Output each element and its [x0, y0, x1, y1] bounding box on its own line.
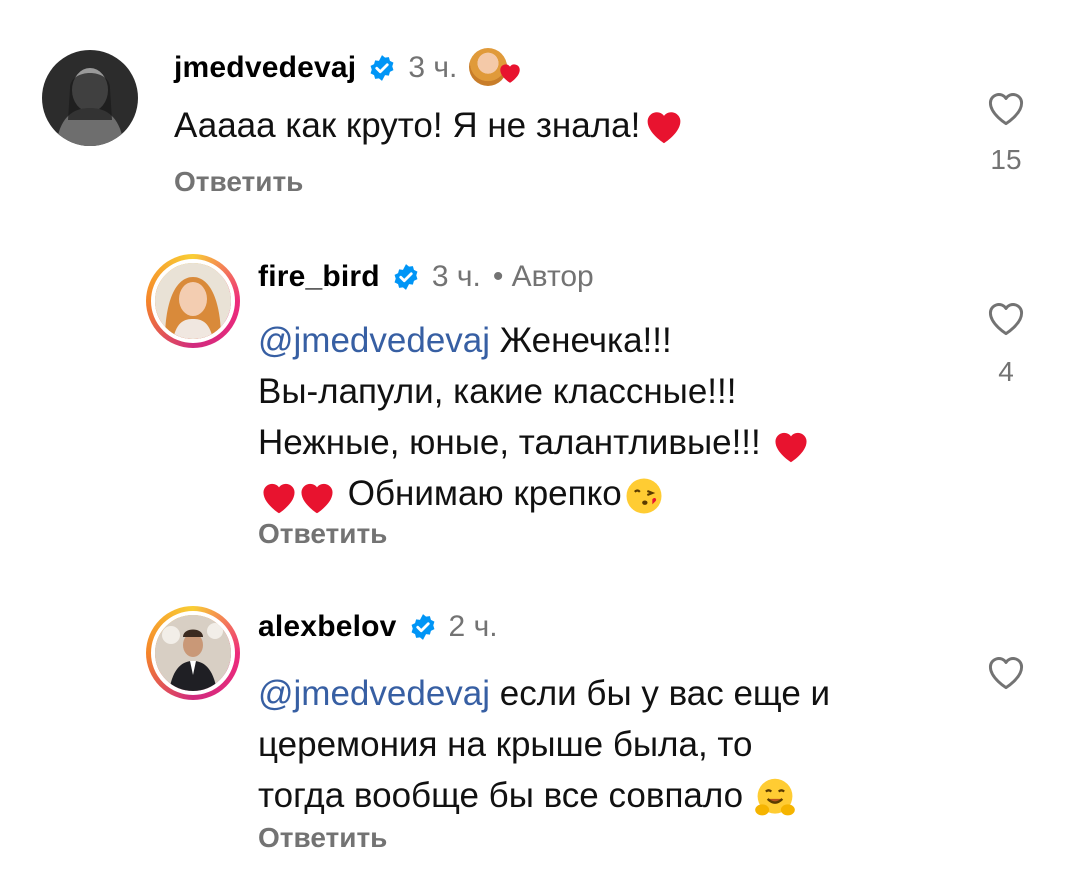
- avatar-story-ring[interactable]: [146, 606, 240, 700]
- heart-outline-icon[interactable]: [984, 650, 1028, 694]
- text-line-3: Нежные, юные, талантливые!!!: [258, 417, 812, 468]
- text-line-1: @jmedvedevaj если бы у вас еще и: [258, 668, 830, 719]
- author-label: • Автор: [492, 260, 594, 293]
- comment-1: jmedvedevaj 3 ч. Ааааа как круто! Я не з…: [0, 0, 1080, 220]
- reply-button[interactable]: Ответить: [174, 166, 303, 198]
- avatar-story-ring[interactable]: [146, 254, 240, 348]
- red-heart-emoji: [775, 432, 808, 463]
- text-segment: тогда вообще бы все совпало: [258, 776, 744, 815]
- avatar-photo-icon: [155, 615, 231, 691]
- like-count: 15: [990, 144, 1022, 175]
- comment-2: fire_bird 3 ч. • Автор @jmedvedevaj Жене…: [0, 240, 1080, 570]
- mention-link[interactable]: @jmedvedevaj: [258, 674, 490, 713]
- hug-emoji: [755, 778, 795, 816]
- heart-outline-icon[interactable]: [984, 86, 1028, 130]
- comment-meta: jmedvedevaj 3 ч.: [174, 46, 525, 90]
- comment-meta: fire_bird 3 ч. • Автор: [258, 260, 594, 294]
- username[interactable]: fire_bird: [258, 260, 380, 294]
- text-segment: если бы у вас еще и: [499, 674, 831, 713]
- text-line-2: церемония на крыше была, то: [258, 725, 753, 764]
- comment-text: Ааааа как круто! Я не знала!: [174, 100, 686, 151]
- verified-badge-icon: [394, 264, 418, 290]
- red-heart-emoji: [301, 483, 333, 514]
- red-heart-emoji: [647, 112, 681, 143]
- text-line-2: Вы-лапули, какие классные!!!: [258, 372, 737, 411]
- text-line-4: Обнимаю крепко: [258, 468, 812, 519]
- timestamp: 3 ч.: [431, 260, 481, 293]
- reply-button[interactable]: Ответить: [258, 518, 387, 550]
- like-count: 4: [998, 356, 1014, 387]
- red-heart-icon: [500, 64, 521, 83]
- avatar-photo-icon: [155, 263, 231, 339]
- liked-by-author-badge: [469, 46, 525, 90]
- verified-badge-icon: [370, 55, 394, 81]
- text-line-3: тогда вообще бы все совпало: [258, 770, 830, 821]
- avatar-photo-icon: [42, 50, 138, 146]
- username[interactable]: jmedvedevaj: [174, 51, 356, 85]
- kiss-emoji: [626, 478, 662, 514]
- comment-meta: alexbelov 2 ч.: [258, 610, 498, 644]
- text-segment: Женечка!!!: [499, 321, 672, 360]
- heart-outline-icon[interactable]: [984, 296, 1028, 340]
- verified-badge-icon: [411, 614, 434, 640]
- avatar: [151, 259, 235, 343]
- red-heart-emoji: [263, 483, 295, 514]
- username[interactable]: alexbelov: [258, 610, 397, 644]
- avatar[interactable]: [42, 50, 138, 146]
- reply-button[interactable]: Ответить: [258, 822, 387, 854]
- comment-text: @jmedvedevaj Женечка!!! Вы-лапули, какие…: [258, 315, 812, 519]
- text-line-1: @jmedvedevaj Женечка!!!: [258, 315, 812, 366]
- timestamp: 3 ч.: [408, 51, 458, 84]
- avatar: [151, 611, 235, 695]
- comment-body: Ааааа как круто! Я не знала!: [174, 106, 641, 145]
- mention-link[interactable]: @jmedvedevaj: [258, 321, 490, 360]
- comment-3: alexbelov 2 ч. @jmedvedevaj если бы у ва…: [0, 596, 1080, 880]
- timestamp: 2 ч.: [448, 610, 498, 643]
- text-segment: Обнимаю крепко: [347, 474, 622, 513]
- comment-text: @jmedvedevaj если бы у вас еще и церемон…: [258, 668, 830, 821]
- text-segment: Нежные, юные, талантливые!!!: [258, 423, 761, 462]
